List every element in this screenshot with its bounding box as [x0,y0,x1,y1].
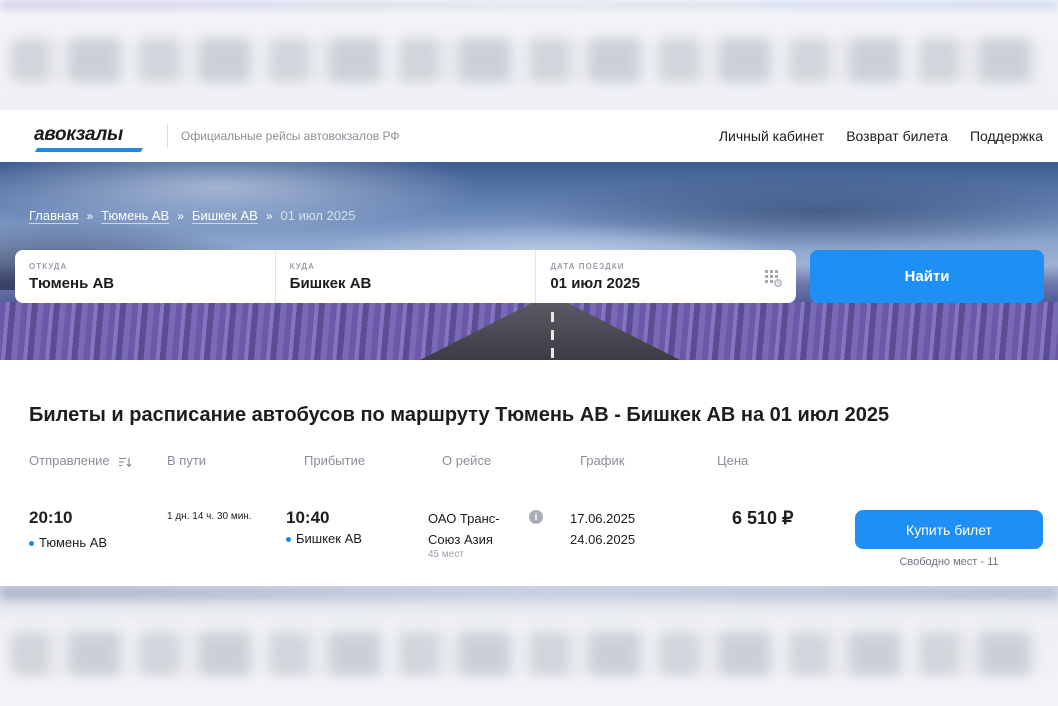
column-arrival: Прибытие [304,453,366,468]
schedule-to: 24.06.2025 [570,532,636,547]
site-header: авокзалы Официальные рейсы автовокзалов … [0,110,1058,162]
date-value[interactable]: 01 июл 2025 [550,275,782,292]
carrier-line-1: ОАО Транс- [428,511,500,526]
column-departure[interactable]: Отправление [29,453,132,468]
from-value[interactable]: Тюмень АВ [29,275,261,292]
header-divider [167,124,168,148]
breadcrumb-origin[interactable]: Тюмень АВ [101,208,169,223]
ticket-price: 6 510 ₽ [732,508,794,528]
trip-schedule: 17.06.2025 24.06.2025 [570,508,635,550]
column-price: Цена [717,453,749,468]
date-label: ДАТА ПОЕЗДКИ [550,262,625,271]
calendar-icon[interactable] [764,269,782,287]
arrival-time: 10:40 [286,508,330,527]
departure-station-name: Тюмень АВ [39,535,108,550]
breadcrumb-home[interactable]: Главная [29,208,78,223]
logo-underline [34,148,144,152]
breadcrumb-destination[interactable]: Бишкек АВ [192,208,258,223]
column-departure-label: Отправление [29,453,110,468]
info-icon[interactable]: i [529,510,543,524]
to-field[interactable]: КУДА Бишкек АВ [274,250,536,303]
blurred-edge [0,586,1058,600]
blurred-edge [0,0,1058,10]
arrival-station: Бишкек АВ [286,531,362,546]
seats-total: 45 мест [428,549,464,560]
from-field[interactable]: ОТКУДА Тюмень АВ [15,250,275,303]
sort-icon[interactable] [119,457,132,467]
search-button[interactable]: Найти [810,250,1044,303]
from-label: ОТКУДА [29,262,68,271]
carrier-line-2: Союз Азия [428,532,493,547]
nav-support[interactable]: Поддержка [970,128,1043,144]
schedule-from: 17.06.2025 [570,511,636,526]
blurred-background-bottom [0,586,1058,706]
free-seats: Свободно мест - 11 [899,556,999,568]
to-value[interactable]: Бишкек АВ [290,275,522,292]
blurred-content [10,38,1048,82]
hero-banner: Главная » Тюмень АВ » Бишкек АВ » 01 июл… [0,162,1058,360]
carrier-name: ОАО Транс- Союз Азия [428,508,518,550]
logo-text: авокзалы [34,124,123,145]
nav-account[interactable]: Личный кабинет [719,128,824,144]
blurred-content [10,632,1048,676]
departure-station: Тюмень АВ [29,535,107,550]
breadcrumb-separator: » [86,209,94,223]
column-trip-info: О рейсе [442,453,492,468]
date-field[interactable]: ДАТА ПОЕЗДКИ 01 июл 2025 [535,250,796,303]
buy-ticket-button[interactable]: Купить билет [855,510,1043,549]
column-duration: В пути [167,453,207,468]
breadcrumb-separator: » [265,209,273,223]
column-schedule: График [580,453,625,468]
header-nav: Личный кабинет Возврат билета Поддержка [719,128,1043,144]
blurred-background-top [0,0,1058,110]
trip-duration: 1 дн. 14 ч. 30 мин. [167,511,252,522]
hero-road-line [551,312,554,360]
logo[interactable]: авокзалы [34,124,146,152]
results-section: Билеты и расписание автобусов по маршрут… [0,360,1058,586]
station-dot [29,541,34,547]
search-form: ОТКУДА Тюмень АВ КУДА Бишкек АВ ДАТА ПОЕ… [15,250,796,303]
nav-refund[interactable]: Возврат билета [846,128,948,144]
arrival-station-name: Бишкек АВ [296,531,362,546]
breadcrumb-separator: » [177,209,184,223]
breadcrumb: Главная » Тюмень АВ » Бишкек АВ » 01 июл… [29,208,355,223]
departure-time: 20:10 [29,508,73,527]
station-dot [286,537,291,543]
page-title: Билеты и расписание автобусов по маршрут… [29,404,890,426]
breadcrumb-current: 01 июл 2025 [280,208,356,223]
tagline: Официальные рейсы автовокзалов РФ [181,129,400,143]
to-label: КУДА [289,262,315,271]
